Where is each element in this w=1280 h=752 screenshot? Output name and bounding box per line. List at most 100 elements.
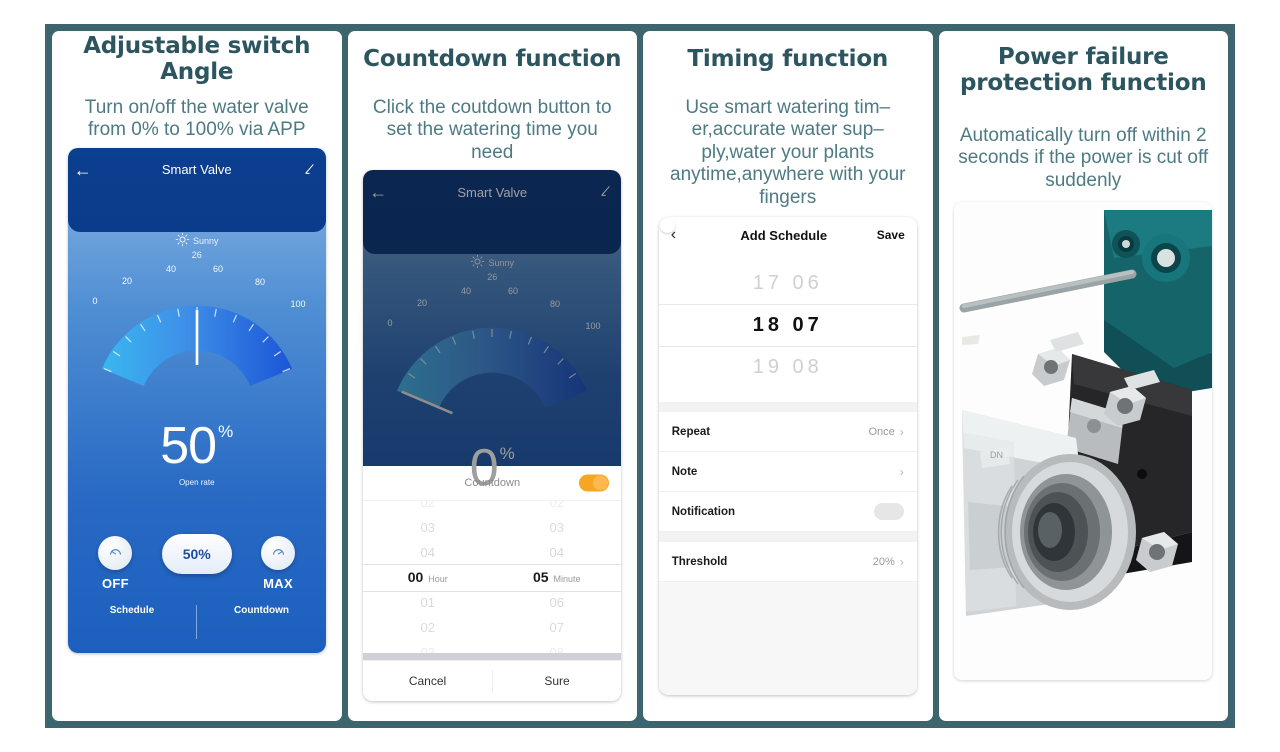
open-rate-unit: %: [218, 421, 234, 441]
time-option[interactable]: 17 06: [659, 263, 917, 304]
minute-selected-value: 05: [532, 568, 549, 585]
svg-text:DN: DN: [990, 450, 1003, 460]
hour-option[interactable]: 03: [363, 640, 492, 654]
save-button[interactable]: Save: [877, 228, 905, 242]
current-rate-button[interactable]: 50%: [161, 533, 232, 574]
minute-selected[interactable]: 05 Minute: [492, 565, 621, 590]
open-rate-value: 50: [160, 416, 217, 475]
hour-selected[interactable]: 00 Hour: [363, 565, 492, 590]
add-schedule-screen: ‹ Add Schedule Save 17 06 18 07 19 08 Re…: [658, 217, 917, 696]
panel-2-title: Countdown function: [363, 46, 622, 73]
gauge-tick-60: 60: [508, 286, 518, 296]
countdown-sheet-header: Countdown: [363, 466, 622, 502]
setting-value: Once: [868, 425, 895, 438]
setting-row-threshold[interactable]: Threshold 20% ›: [658, 542, 917, 583]
section-gap: [658, 532, 917, 543]
edit-pencil-icon[interactable]: [296, 162, 326, 178]
panel-1-title: Adjustable switch Angle: [83, 33, 311, 85]
minute-option[interactable]: 04: [492, 540, 621, 565]
countdown-toggle[interactable]: [579, 474, 610, 492]
setting-row-repeat[interactable]: Repeat Once ›: [658, 412, 917, 453]
setting-label: Note: [671, 465, 698, 478]
panel-3-title: Timing function: [687, 46, 889, 73]
valve-appbar: ← Smart Valve: [363, 170, 621, 214]
schedule-title: Add Schedule: [740, 227, 828, 243]
chevron-right-icon: ›: [899, 554, 904, 569]
weather-readout: Sunny 26: [363, 254, 621, 284]
panel-3-body: Use smart watering tim–er,accurate water…: [643, 89, 933, 721]
valve-appbar: ← Smart Valve: [68, 148, 326, 192]
gauge-tick-100: 100: [290, 299, 305, 309]
edit-pencil-icon[interactable]: [591, 184, 621, 200]
panel-2-subtitle: Click the coutdown button to set the wat…: [372, 97, 612, 163]
countdown-sheet: Countdown 02 03 04 00 Hour 01 02 03 02 0…: [363, 466, 622, 702]
gauge-tick-20: 20: [417, 298, 427, 308]
panel-countdown-function: Countdown function Click the coutdown bu…: [347, 31, 637, 721]
hour-option[interactable]: 02: [363, 501, 492, 515]
time-option[interactable]: 19 08: [659, 347, 917, 388]
countdown-picker[interactable]: 02 03 04 00 Hour 01 02 03 02 03 04 05 Mi…: [363, 501, 622, 653]
off-button[interactable]: OFF: [98, 535, 133, 591]
setting-label: Repeat: [671, 425, 711, 438]
setting-value: 20%: [872, 555, 895, 568]
phone-mock-schedule: ‹ Add Schedule Save 17 06 18 07 19 08 Re…: [658, 217, 917, 696]
gauge-min-icon: [98, 535, 133, 570]
panel-adjustable-switch-angle: Adjustable switch Angle Turn on/off the …: [52, 31, 342, 721]
hour-option[interactable]: 04: [363, 540, 492, 565]
open-rate-unit: %: [499, 444, 515, 464]
cancel-button[interactable]: Cancel: [363, 661, 492, 701]
countdown-sheet-label: Countdown: [464, 477, 521, 490]
hour-option[interactable]: 03: [363, 515, 492, 540]
time-picker[interactable]: 17 06 18 07 19 08: [658, 253, 917, 403]
countdown-sheet-footer: Cancel Sure: [363, 660, 622, 702]
phone-mock-countdown: ← Smart Valve Sunny 26 0 20 40 60 80 100…: [363, 170, 622, 702]
gauge-max-icon: [261, 535, 296, 570]
off-label: OFF: [101, 575, 129, 591]
gauge-tick-0: 0: [388, 318, 393, 328]
sure-button[interactable]: Sure: [493, 661, 622, 701]
gauge-tick-80: 80: [550, 299, 560, 309]
setting-row-notification[interactable]: Notification: [658, 492, 917, 533]
valve-controls: OFF 50% MAX: [68, 533, 326, 591]
panel-1-header: Adjustable switch Angle: [52, 31, 342, 89]
tab-countdown[interactable]: Countdown: [197, 605, 326, 639]
minute-unit-label: Minute: [553, 573, 581, 584]
notification-toggle[interactable]: [873, 503, 904, 521]
panel-power-failure-protection: Power failure protection function Automa…: [938, 31, 1228, 721]
panel-2-header: Countdown function: [347, 31, 637, 89]
panel-3-header: Timing function: [643, 31, 933, 89]
time-selected[interactable]: 18 07: [658, 304, 917, 348]
panel-4-title: Power failure protection function: [959, 44, 1207, 96]
back-arrow-icon[interactable]: ←: [363, 183, 393, 201]
back-arrow-icon[interactable]: ←: [68, 161, 98, 179]
setting-label: Threshold: [671, 555, 728, 568]
panel-2-body: Click the coutdown button to set the wat…: [347, 89, 637, 721]
weather-readout: Sunny 26: [68, 232, 326, 262]
max-button[interactable]: MAX: [261, 535, 296, 591]
gauge-tick-100: 100: [586, 321, 601, 331]
open-rate-gauge[interactable]: 0 20 40 60 80 100: [363, 282, 621, 452]
panel-4-subtitle: Automatically turn off within 2 seconds …: [958, 125, 1209, 191]
sun-icon: [470, 254, 485, 272]
hour-option[interactable]: 02: [363, 615, 492, 640]
hour-column[interactable]: 02 03 04 00 Hour 01 02 03: [363, 501, 492, 653]
product-photo: DN: [954, 202, 1213, 681]
open-rate-gauge[interactable]: 0 20 40 60 80 100: [68, 260, 326, 430]
panel-4-body: Automatically turn off within 2 seconds …: [938, 111, 1228, 721]
minute-option[interactable]: 08: [492, 640, 621, 654]
minute-option[interactable]: 02: [492, 501, 621, 515]
product-feature-frame: Adjustable switch Angle Turn on/off the …: [45, 24, 1235, 728]
minute-column[interactable]: 02 03 04 05 Minute 06 07 08: [492, 501, 621, 653]
gauge-tick-0: 0: [92, 296, 97, 306]
minute-option[interactable]: 07: [492, 615, 621, 640]
page-root: Adjustable switch Angle Turn on/off the …: [0, 0, 1280, 752]
tab-schedule[interactable]: Schedule: [68, 605, 197, 639]
gauge-tick-20: 20: [122, 276, 132, 286]
setting-row-note[interactable]: Note ›: [658, 452, 917, 493]
open-rate-readout: 50% Open rate: [68, 420, 326, 487]
panel-3-subtitle: Use smart watering tim–er,accurate water…: [670, 97, 906, 208]
hour-option[interactable]: 01: [363, 590, 492, 615]
minute-option[interactable]: 06: [492, 590, 621, 615]
minute-option[interactable]: 03: [492, 515, 621, 540]
schedule-empty-area: [658, 582, 917, 696]
